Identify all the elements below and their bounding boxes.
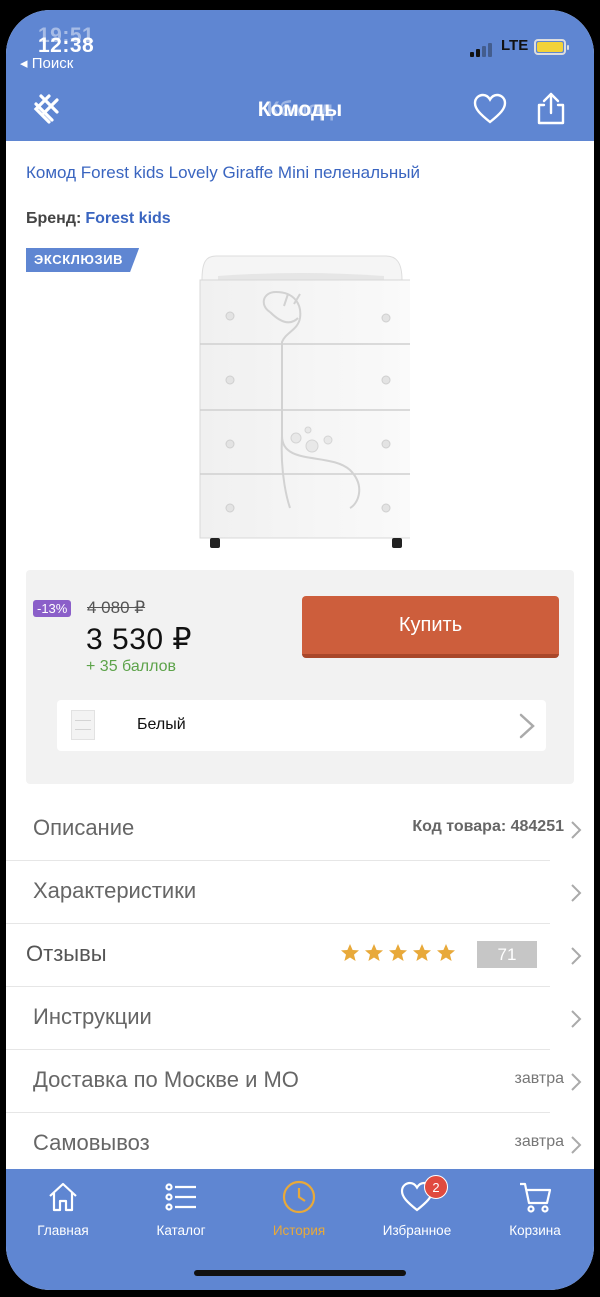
review-count: 71 [477,941,537,968]
row-delivery[interactable]: Доставка по Москве и МО завтра [6,1050,582,1113]
row-label: Описание [33,815,135,840]
color-thumbnail [71,710,95,740]
chevron-right-icon [571,821,582,839]
delivery-date: завтра [514,1070,564,1087]
home-icon [49,1182,77,1212]
cart-icon [520,1182,552,1213]
tab-catalog[interactable]: Каталог [126,1179,236,1238]
tab-label: Каталог [156,1223,206,1238]
share-icon[interactable] [533,91,569,127]
star-icon [437,944,455,961]
pickup-date: завтра [514,1133,564,1150]
chevron-right-icon [571,947,582,965]
heart-icon[interactable] [472,91,508,127]
tab-label: История [272,1223,326,1238]
tab-history[interactable]: История [244,1179,354,1238]
battery-icon [534,39,569,55]
tab-label: Корзина [509,1223,561,1238]
exclusive-badge: ЭКСКЛЮЗИВ [26,248,140,272]
bonus-points: + 35 баллов [86,658,176,675]
back-to-search-link[interactable]: ◂ Поиск [20,54,73,72]
product-code: Код товара: 484251 [412,818,564,835]
color-selector[interactable]: Белый [57,700,546,751]
row-instructions[interactable]: Инструкции [6,987,582,1050]
brand-label: Бренд: [26,210,82,227]
star-icon [389,944,407,961]
status-time-ghost: 19:51 [38,24,95,47]
star-icon [341,944,359,961]
app-screen: 19:51 12:38 ◂ Поиск LTE Кбмод Комоды Ком… [6,10,594,1290]
color-label: Белый [137,716,186,733]
clock-icon [282,1180,316,1214]
tab-favorites[interactable]: 2 Избранное [362,1175,472,1238]
row-reviews[interactable]: Отзывы 71 [6,924,582,987]
list-icon [165,1183,196,1211]
star-icon [413,944,431,961]
buy-card: -13% 4 080 ₽ 3 530 ₽ + 35 баллов Купить … [26,570,574,784]
buy-button[interactable]: Купить [302,596,559,658]
row-label: Отзывы [26,941,107,966]
discount-badge: -13% [33,600,72,617]
tab-home[interactable]: Главная [8,1179,118,1238]
home-indicator [194,1270,406,1276]
chevron-right-icon [519,713,535,739]
product-title: Комод Forest kids Lovely Giraffe Mini пе… [26,163,421,182]
tab-cart[interactable]: Корзина [480,1179,590,1238]
chevron-right-icon [571,1010,582,1028]
info-list: Описание Код товара: 484251 Характеристи… [6,798,594,1176]
row-label: Инструкции [33,1004,152,1029]
row-label: Доставка по Москве и МО [33,1067,299,1092]
row-pickup[interactable]: Самовывоз завтра [6,1113,582,1176]
star-icon [365,944,383,961]
top-bar: 19:51 12:38 ◂ Поиск LTE Кбмод Комоды [6,10,594,141]
row-label: Самовывоз [33,1130,150,1155]
brand-line: Бренд: Forest kids [26,210,171,228]
old-price: 4 080 ₽ [87,598,146,617]
signal-icon [470,43,492,57]
network-label: LTE [501,37,529,54]
tab-label: Избранное [382,1223,452,1238]
product-image[interactable] [190,246,410,556]
row-label: Характеристики [33,878,197,903]
favorites-count-badge: 2 [424,1175,448,1199]
row-description[interactable]: Описание Код товара: 484251 [6,798,582,861]
rating-stars [340,943,456,963]
chevron-right-icon [571,1073,582,1091]
current-price: 3 530 ₽ [86,623,192,656]
brand-link[interactable]: Forest kids [85,210,170,227]
chevron-right-icon [571,884,582,902]
row-specs[interactable]: Характеристики [6,861,582,924]
tab-label: Главная [37,1223,89,1238]
chevron-right-icon [571,1136,582,1154]
